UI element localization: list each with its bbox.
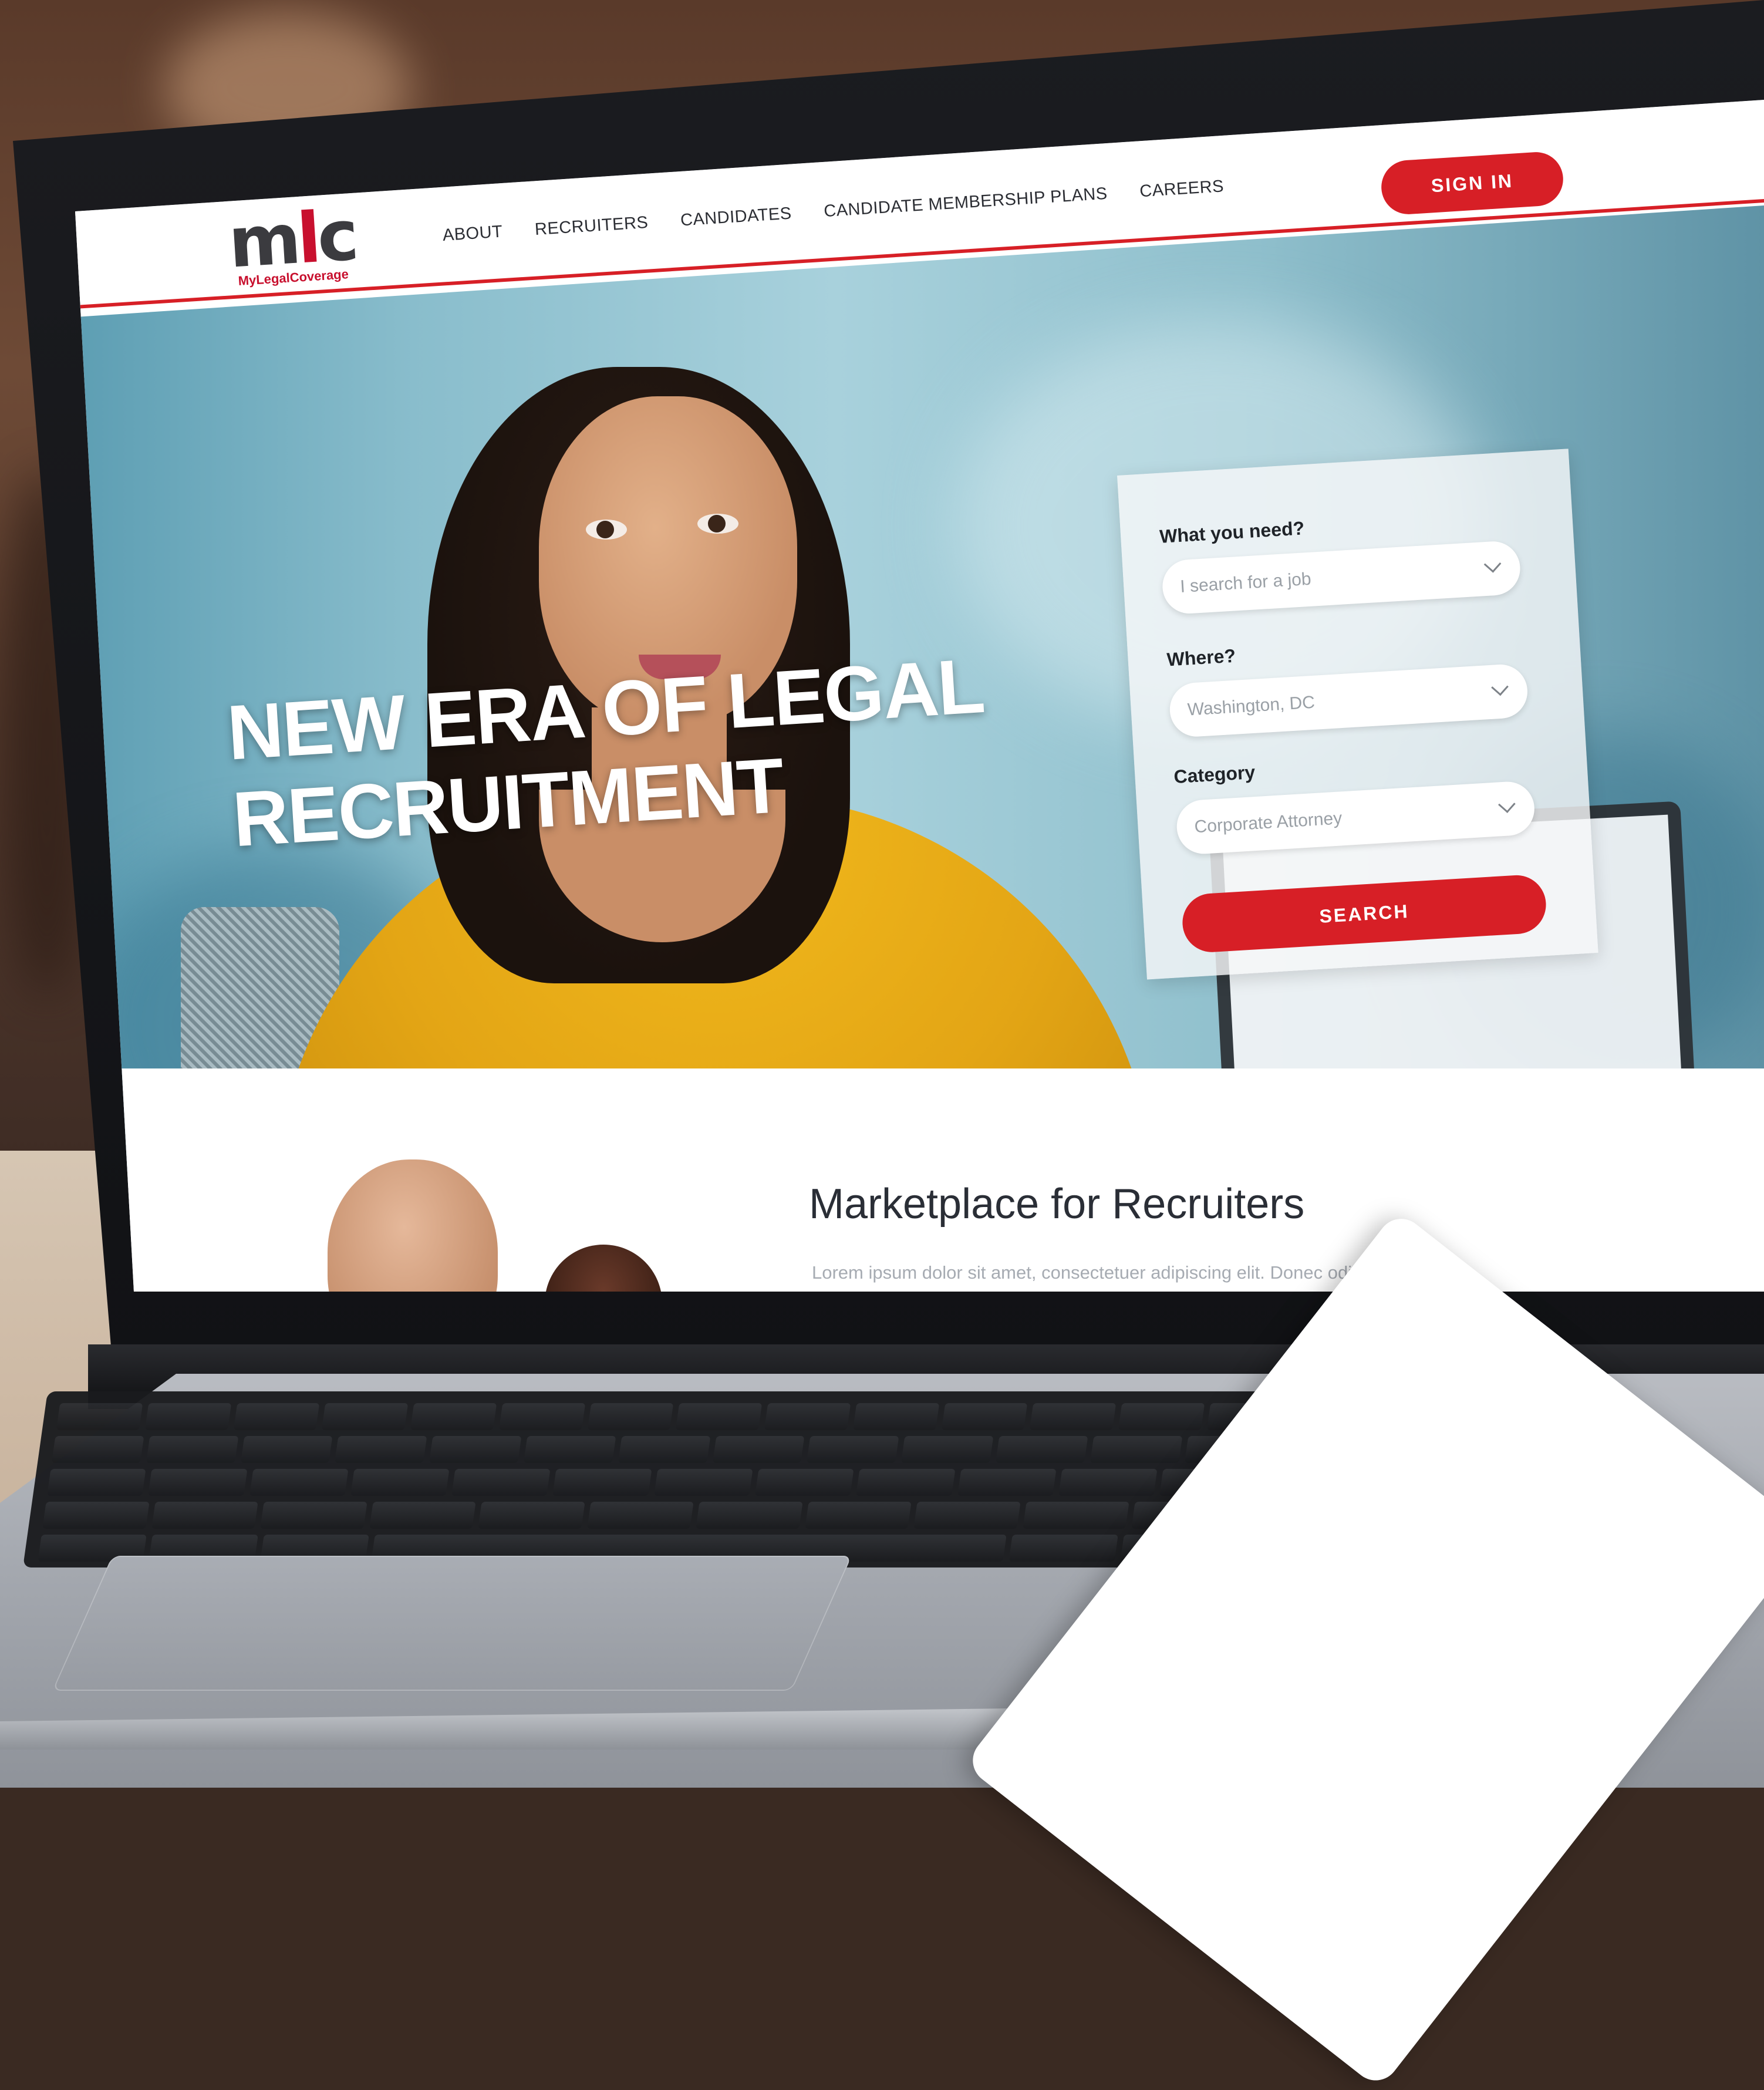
trackpad (52, 1556, 852, 1691)
recruiters-section: Marketplace for Recruiters Lorem ipsum d… (75, 1068, 1764, 1292)
need-label: What you need? (1159, 517, 1306, 547)
recruiter-photo (328, 1159, 498, 1292)
site-logo[interactable]: mlc MyLegalCoverage (226, 194, 358, 289)
job-search-card: What you need? I search for a job Where?… (1117, 449, 1598, 980)
person-eye (697, 514, 738, 534)
need-select[interactable]: I search for a job (1161, 540, 1522, 615)
chevron-down-icon (1491, 678, 1509, 696)
chevron-down-icon (1498, 795, 1516, 813)
need-select-value: I search for a job (1179, 569, 1312, 596)
logo-letter: c (315, 194, 357, 278)
where-label: Where? (1166, 645, 1236, 670)
sign-in-button[interactable]: SIGN IN (1380, 150, 1565, 216)
logo-mark: mlc (226, 194, 357, 283)
section-title: Marketplace for Recruiters (809, 1181, 1305, 1228)
nav-item-about[interactable]: ABOUT (442, 223, 503, 245)
recruiter-photo (545, 1245, 662, 1292)
laptop-screen: NEW ERA OF LEGAL RECRUITMENT What you ne… (75, 100, 1764, 1292)
hero-banner: NEW ERA OF LEGAL RECRUITMENT What you ne… (75, 203, 1764, 1171)
where-select-value: Washington, DC (1186, 692, 1316, 720)
category-label: Category (1173, 761, 1256, 788)
person-eye (586, 520, 627, 540)
where-select[interactable]: Washington, DC (1168, 663, 1529, 739)
search-button[interactable]: SEARCH (1181, 874, 1548, 954)
category-select[interactable]: Corporate Attorney (1175, 780, 1536, 855)
chevron-down-icon (1483, 555, 1502, 573)
category-select-value: Corporate Attorney (1193, 808, 1343, 837)
